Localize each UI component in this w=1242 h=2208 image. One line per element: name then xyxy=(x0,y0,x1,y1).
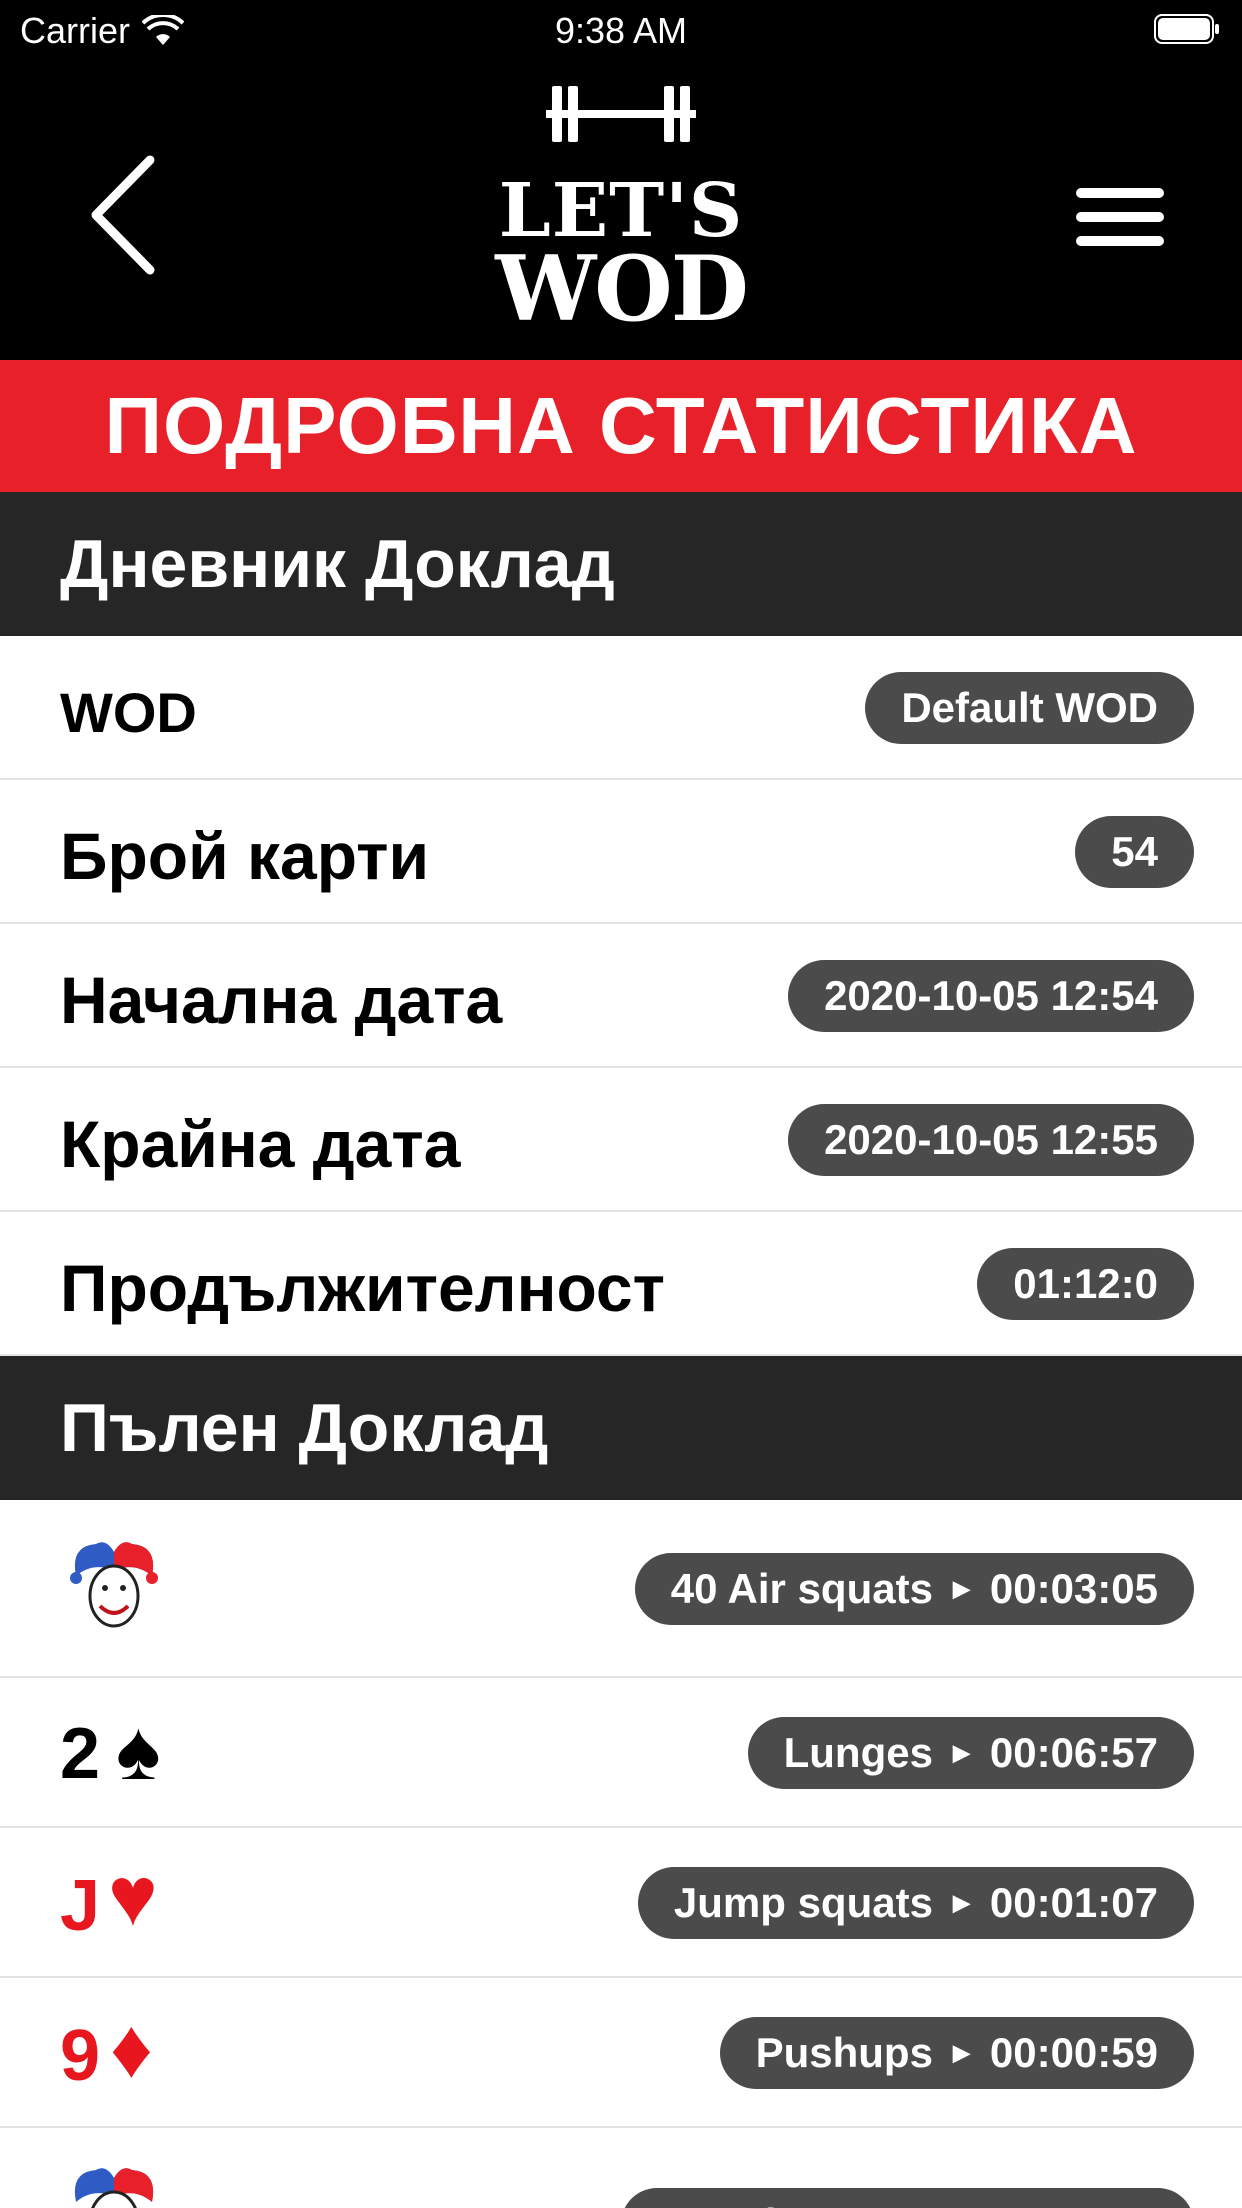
summary-row-start-date: Начална дата 2020-10-05 12:54 xyxy=(0,924,1242,1068)
value-pill: 01:12:0 xyxy=(977,1248,1194,1320)
spade-suit-icon: ♠ xyxy=(116,1703,161,1797)
exercise-time-pill: 40 Air squats ▶ 00:03:05 xyxy=(634,1553,1194,1625)
exercise-name: 100 Thrusters xyxy=(657,2200,932,2208)
logo-line-2: WOD xyxy=(495,236,749,342)
card-rank: 2 xyxy=(60,1714,101,1794)
page-title: ПОДРОБНА СТАТИСТИКА xyxy=(104,381,1138,470)
exercise-time-pill: Pushups ▶ 00:00:59 xyxy=(719,2017,1194,2089)
report-entry[interactable]: J ♥ Jump squats ▶ 00:01:07 xyxy=(0,1828,1242,1978)
lets-wod-logo: LET'S WOD xyxy=(471,84,771,354)
report-entry[interactable]: 100 Thrusters ▶ 00:00:57 xyxy=(0,2128,1242,2208)
exercise-time-pill: Lunges ▶ 00:06:57 xyxy=(747,1717,1194,1789)
exercise-name: Lunges xyxy=(783,1729,933,1776)
report-entry[interactable]: 2 ♠ Lunges ▶ 00:06:57 xyxy=(0,1678,1242,1828)
card-rank: 9 xyxy=(60,2016,101,2096)
joker-card-icon xyxy=(74,2168,154,2208)
row-label: Брой карти xyxy=(60,819,430,893)
value-pill: 2020-10-05 12:55 xyxy=(788,1104,1194,1176)
app-header: LET'S WOD xyxy=(0,62,1242,360)
exercise-time: 00:01:07 xyxy=(989,1879,1158,1926)
summary-row-duration: Продължителност 01:12:0 xyxy=(0,1212,1242,1356)
card-rank: J xyxy=(60,1866,101,1946)
exercise-name: Pushups xyxy=(755,2029,933,2076)
joker-card-icon xyxy=(70,1542,158,1628)
section-title: Пълен Доклад xyxy=(60,1390,549,1466)
summary-row-wod: WOD Default WOD xyxy=(0,636,1242,780)
section-header-full: Пълен Доклад xyxy=(0,1356,1242,1500)
back-chevron-icon[interactable] xyxy=(78,150,168,280)
exercise-time-pill: 100 Thrusters ▶ 00:00:57 xyxy=(621,2188,1194,2208)
summary-row-card-count: Брой карти 54 xyxy=(0,780,1242,924)
play-arrow-icon: ▶ xyxy=(952,1576,970,1601)
row-label: WOD xyxy=(60,681,197,744)
barbell-icon xyxy=(546,86,696,142)
value-pill: 2020-10-05 12:54 xyxy=(788,960,1194,1032)
section-title: Дневник Доклад xyxy=(60,526,615,602)
report-entry[interactable]: 40 Air squats ▶ 00:03:05 xyxy=(0,1500,1242,1678)
battery-icon xyxy=(1154,14,1219,44)
exercise-time: 00:00:57 xyxy=(990,2200,1158,2208)
row-label: Крайна дата xyxy=(60,1107,461,1181)
exercise-time: 00:06:57 xyxy=(989,1729,1158,1776)
page-title-bar: ПОДРОБНА СТАТИСТИКА xyxy=(0,360,1242,492)
summary-row-end-date: Крайна дата 2020-10-05 12:55 xyxy=(0,1068,1242,1212)
value-pill: Default WOD xyxy=(865,672,1194,744)
status-bar: Carrier 9:38 AM xyxy=(0,0,1242,62)
value-pill: 54 xyxy=(1075,816,1194,888)
exercise-name: Jump squats xyxy=(673,1879,933,1926)
play-arrow-icon: ▶ xyxy=(952,1890,970,1915)
exercise-time: 00:00:59 xyxy=(989,2029,1158,2076)
row-label: Продължителност xyxy=(60,1251,665,1325)
exercise-time-pill: Jump squats ▶ 00:01:07 xyxy=(637,1867,1194,1939)
row-label: Начална дата xyxy=(60,963,503,1037)
section-header-summary: Дневник Доклад xyxy=(0,492,1242,636)
play-arrow-icon: ▶ xyxy=(952,2040,970,2065)
status-time: 9:38 AM xyxy=(554,10,688,51)
play-arrow-icon: ▶ xyxy=(952,1740,970,1765)
heart-suit-icon: ♥ xyxy=(108,1849,158,1943)
report-entry[interactable]: 9 ♦ Pushups ▶ 00:00:59 xyxy=(0,1978,1242,2128)
diamond-suit-icon: ♦ xyxy=(110,2001,153,2095)
exercise-name: 40 Air squats xyxy=(670,1565,933,1612)
exercise-time: 00:03:05 xyxy=(989,1565,1158,1612)
hamburger-menu-icon[interactable] xyxy=(1070,172,1170,262)
